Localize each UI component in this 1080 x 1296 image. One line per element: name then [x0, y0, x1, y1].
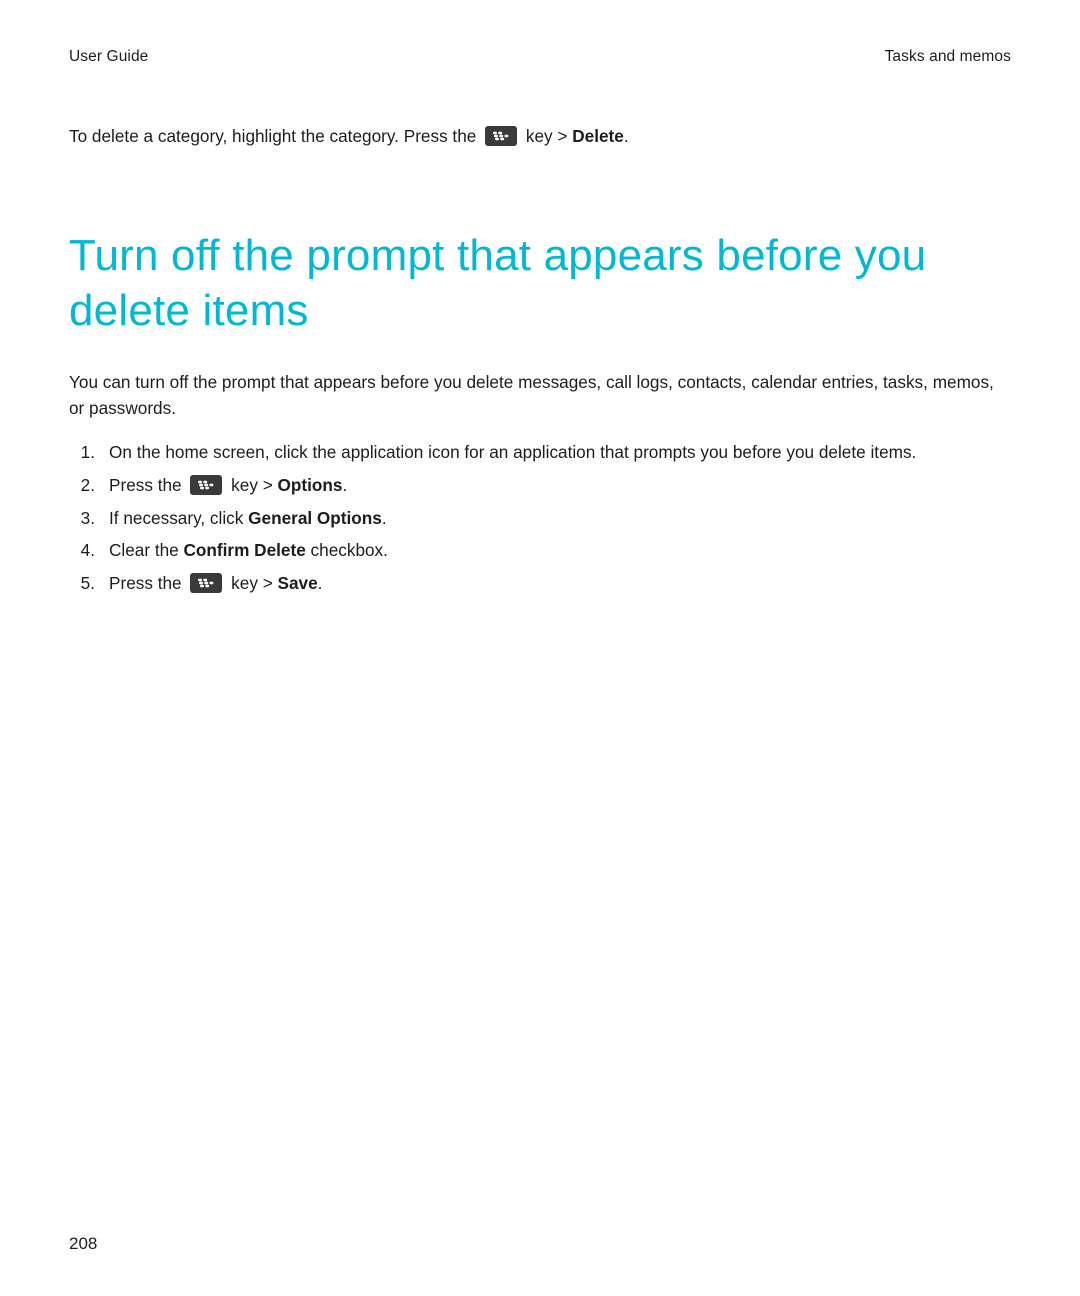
- page-header: User Guide Tasks and memos: [69, 48, 1011, 66]
- section-title: Turn off the prompt that appears before …: [69, 228, 1011, 338]
- intro-middle: key >: [526, 126, 572, 146]
- step-2-prefix: Press the: [109, 475, 186, 495]
- step-4: Clear the Confirm Delete checkbox.: [77, 537, 1011, 564]
- steps-list: On the home screen, click the applicatio…: [69, 439, 1011, 596]
- step-5-suffix: .: [318, 573, 323, 593]
- step-5-bold: Save: [278, 573, 318, 593]
- step-1: On the home screen, click the applicatio…: [77, 439, 1011, 466]
- step-3: If necessary, click General Options.: [77, 505, 1011, 532]
- step-2-bold: Options: [278, 475, 343, 495]
- header-right: Tasks and memos: [885, 48, 1011, 66]
- step-3-bold: General Options: [248, 508, 382, 528]
- step-5-prefix: Press the: [109, 573, 186, 593]
- intro-paragraph: To delete a category, highlight the cate…: [69, 124, 1011, 150]
- step-5: Press the key > Save.: [77, 570, 1011, 597]
- menu-key-icon: [190, 573, 222, 593]
- page-number: 208: [69, 1234, 97, 1254]
- step-4-prefix: Clear the: [109, 540, 184, 560]
- step-3-prefix: If necessary, click: [109, 508, 248, 528]
- header-left: User Guide: [69, 48, 148, 66]
- step-2: Press the key > Options.: [77, 472, 1011, 499]
- section-body: You can turn off the prompt that appears…: [69, 370, 1011, 422]
- step-1-text: On the home screen, click the applicatio…: [109, 442, 916, 462]
- intro-suffix: .: [624, 126, 629, 146]
- menu-key-icon: [485, 126, 517, 146]
- step-4-bold: Confirm Delete: [184, 540, 306, 560]
- intro-bold: Delete: [572, 126, 624, 146]
- document-page: User Guide Tasks and memos To delete a c…: [0, 0, 1080, 1296]
- menu-key-icon: [190, 475, 222, 495]
- intro-prefix: To delete a category, highlight the cate…: [69, 126, 481, 146]
- step-4-suffix: checkbox.: [306, 540, 388, 560]
- step-3-suffix: .: [382, 508, 387, 528]
- step-2-suffix: .: [342, 475, 347, 495]
- step-5-middle: key >: [231, 573, 277, 593]
- step-2-middle: key >: [231, 475, 277, 495]
